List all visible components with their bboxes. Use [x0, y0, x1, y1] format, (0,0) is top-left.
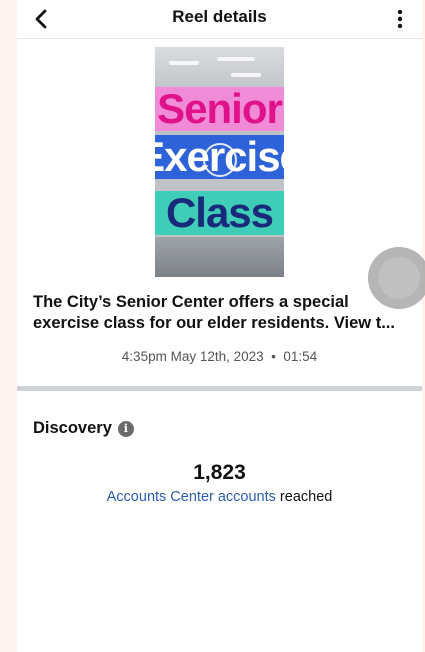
accounts-reached-value: 1,823 — [193, 461, 246, 484]
reel-thumbnail[interactable]: Senior Exercise Class — [155, 47, 284, 277]
page-title: Reel details — [172, 7, 267, 26]
play-circle-icon — [203, 143, 237, 177]
discovery-title: Discovery — [33, 419, 112, 437]
more-options-button[interactable] — [390, 6, 410, 32]
section-divider — [17, 386, 422, 391]
thumbnail-floor — [155, 237, 284, 277]
thumbnail-word-senior: Senior — [155, 87, 284, 131]
meta-separator: • — [271, 349, 276, 364]
reel-meta: 4:35pm May 12th, 2023 • 01:54 — [17, 349, 422, 364]
info-icon[interactable]: i — [117, 420, 134, 437]
accounts-reached-label: Accounts Center accounts reached — [17, 489, 422, 505]
accounts-center-link[interactable]: Accounts Center accounts — [107, 489, 276, 505]
thumbnail-word-class: Class — [155, 191, 284, 235]
top-bar: Reel details — [17, 0, 422, 39]
thumbnail-ceiling — [155, 47, 284, 87]
reel-details-screen: Reel details Senior Exercise Class The C… — [17, 0, 425, 652]
more-vertical-icon — [397, 9, 403, 29]
reel-time: 4:35pm May 12th, 2023 — [121, 349, 264, 364]
reached-suffix: reached — [275, 489, 333, 505]
discovery-heading: Discovery i — [33, 419, 134, 438]
reel-caption[interactable]: The City’s Senior Center offers a specia… — [33, 292, 413, 334]
reel-duration: 01:54 — [283, 349, 318, 364]
